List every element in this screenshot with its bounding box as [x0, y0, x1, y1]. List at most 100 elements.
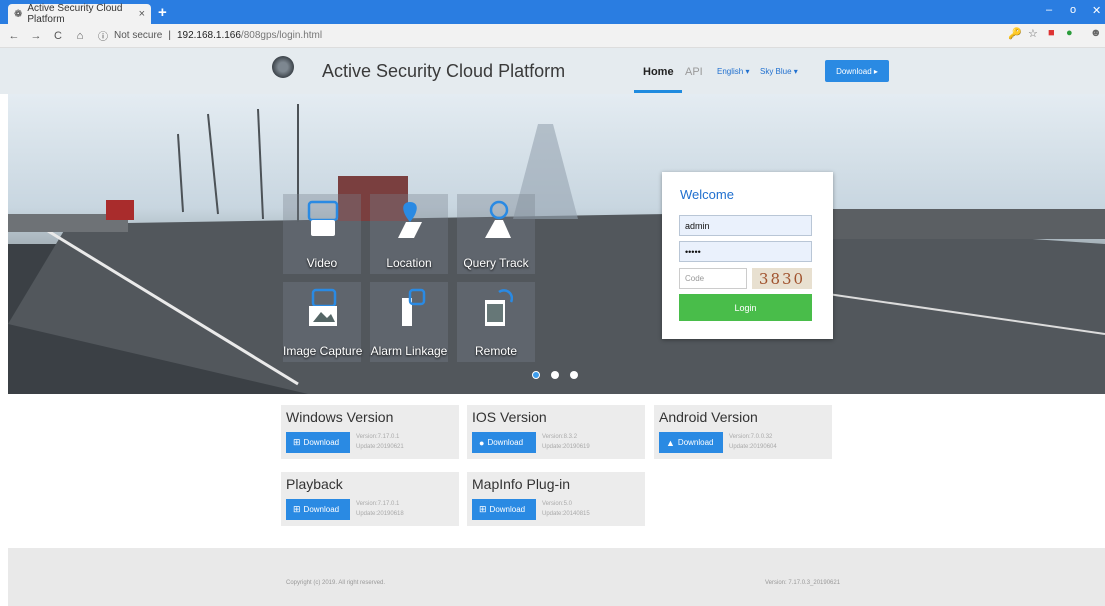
download-button-label: Download	[303, 438, 340, 447]
remote-icon	[485, 289, 513, 326]
bookmark-star-icon[interactable]: ☆	[1028, 27, 1038, 40]
extension-icon[interactable]: ■	[1048, 27, 1055, 39]
feature-label: Video	[306, 256, 338, 270]
page-header: Active Security Cloud Platform Home API …	[0, 48, 1105, 94]
key-icon[interactable]: 🔑	[1008, 27, 1022, 40]
captcha-image[interactable]: 3830	[752, 268, 812, 289]
card-version-info: Version:7.0.0.32 Update:20190604	[729, 432, 777, 452]
download-card-playback: Playback ⊞ Download Version:7.17.0.1 Upd…	[281, 472, 459, 526]
close-window-button[interactable]: ✕	[1092, 4, 1101, 17]
nav-api[interactable]: API	[685, 66, 703, 78]
home-button[interactable]: ⌂	[72, 30, 88, 42]
download-card-windows: Windows Version ⊞ Download Version:7.17.…	[281, 405, 459, 459]
url-field[interactable]: ⓘ Not secure | 192.168.1.166 /808gps/log…	[98, 28, 322, 43]
feature-label: Query Track	[463, 256, 529, 270]
card-title: Playback	[286, 476, 343, 492]
browser-tab[interactable]: ❁ Active Security Cloud Platform ×	[8, 3, 151, 25]
header-download-button[interactable]: Download ▸	[825, 60, 889, 82]
minimize-button[interactable]: –	[1046, 4, 1052, 16]
version-text: Version: 7.17.0.3_20190621	[765, 580, 841, 586]
download-button[interactable]: ⊞ Download	[286, 499, 350, 520]
android-icon: ▲	[666, 437, 675, 448]
feature-remote[interactable]: Remote	[457, 282, 535, 362]
download-button-label: Download	[489, 505, 526, 514]
skin-select[interactable]: Sky Blue ▾	[760, 67, 798, 76]
info-icon[interactable]: ⓘ	[98, 28, 108, 43]
language-select[interactable]: English ▾	[717, 67, 749, 76]
download-button[interactable]: ▲ Download	[659, 432, 723, 453]
feature-label: Location	[386, 256, 432, 270]
version-text: Version:7.17.0.1	[356, 501, 400, 507]
login-panel: Welcome admin ••••• Code 3830 Login	[662, 172, 833, 339]
tab-close-icon[interactable]: ×	[139, 8, 145, 20]
slider-dot[interactable]	[551, 371, 559, 379]
track-icon	[485, 200, 511, 238]
forward-button[interactable]: →	[28, 30, 44, 42]
back-button[interactable]: ←	[6, 30, 22, 42]
feature-video[interactable]: Video	[283, 194, 361, 274]
download-card-mapinfo: MapInfo Plug-in ⊞ Download Version:5.0 U…	[467, 472, 645, 526]
update-text: Update:20190621	[356, 444, 404, 450]
profile-icon[interactable]: ☻	[1090, 27, 1102, 39]
copyright-text: Copyright (c) 2019. All right reserved.	[286, 580, 386, 586]
download-button-label: Download	[303, 505, 340, 514]
feature-label: Remote	[474, 344, 518, 358]
reload-button[interactable]: C	[50, 30, 66, 42]
card-version-info: Version:8.3.2 Update:20190619	[542, 432, 590, 452]
login-button[interactable]: Login	[679, 294, 812, 321]
card-title: Windows Version	[286, 409, 394, 425]
new-tab-button[interactable]: +	[158, 4, 167, 21]
card-title: MapInfo Plug-in	[472, 476, 571, 492]
nav-active-indicator	[634, 90, 682, 93]
download-button[interactable]: ● Download	[472, 432, 536, 453]
location-icon	[398, 202, 422, 238]
version-text: Version:5.0	[542, 501, 573, 507]
password-input[interactable]: •••••	[679, 241, 812, 262]
card-version-info: Version:7.17.0.1 Update:20190618	[356, 499, 404, 519]
camera-icon	[309, 288, 337, 326]
hero-banner: Video Location Query Track Image Capture…	[8, 94, 1105, 394]
update-text: Update:20140815	[542, 511, 590, 517]
card-version-info: Version:7.17.0.1 Update:20190621	[356, 432, 404, 452]
slider-dot[interactable]	[570, 371, 578, 379]
feature-query-track[interactable]: Query Track	[457, 194, 535, 274]
username-input[interactable]: admin	[679, 215, 812, 236]
url-path: /808gps/login.html	[240, 30, 323, 41]
slider-dots	[532, 371, 578, 379]
address-bar: ← → C ⌂ ⓘ Not secure | 192.168.1.166 /80…	[0, 24, 1105, 48]
feature-location[interactable]: Location	[370, 194, 448, 274]
maximize-button[interactable]: o	[1070, 4, 1076, 16]
feature-label: Alarm Linkage	[370, 344, 448, 358]
download-button-label: Download	[487, 438, 524, 447]
feature-label: Image Capture	[283, 344, 363, 358]
logo-icon	[272, 56, 294, 78]
app-title: Active Security Cloud Platform	[322, 61, 566, 81]
alarm-icon	[402, 288, 426, 326]
download-button[interactable]: ⊞ Download	[286, 432, 350, 453]
card-title: IOS Version	[472, 409, 547, 425]
update-text: Update:20190619	[542, 444, 590, 450]
download-button-label: Download	[677, 438, 714, 447]
download-card-ios: IOS Version ● Download Version:8.3.2 Upd…	[467, 405, 645, 459]
video-icon	[307, 200, 339, 236]
highway-background	[8, 104, 1105, 394]
apple-icon: ●	[479, 437, 485, 448]
slider-dot[interactable]	[532, 371, 540, 379]
version-text: Version:8.3.2	[542, 434, 578, 440]
feature-image-capture[interactable]: Image Capture	[283, 282, 363, 362]
feature-alarm-linkage[interactable]: Alarm Linkage	[370, 282, 448, 362]
not-secure-label: Not secure	[114, 30, 163, 41]
browser-tab-bar: ❁ Active Security Cloud Platform × + – o…	[0, 0, 1105, 25]
tab-title: Active Security Cloud Platform	[27, 3, 123, 25]
windows-icon: ⊞	[293, 437, 301, 447]
windows-icon: ⊞	[293, 504, 301, 514]
download-card-android: Android Version ▲ Download Version:7.0.0…	[654, 405, 832, 459]
download-button[interactable]: ⊞ Download	[472, 499, 536, 520]
extension-icon[interactable]: ●	[1066, 27, 1073, 39]
version-text: Version:7.0.0.32	[729, 434, 773, 440]
page-footer: Copyright (c) 2019. All right reserved. …	[8, 548, 1105, 606]
code-input[interactable]: Code	[679, 268, 747, 289]
nav-home[interactable]: Home	[643, 66, 674, 78]
update-text: Update:20190618	[356, 511, 404, 517]
card-title: Android Version	[659, 409, 758, 425]
